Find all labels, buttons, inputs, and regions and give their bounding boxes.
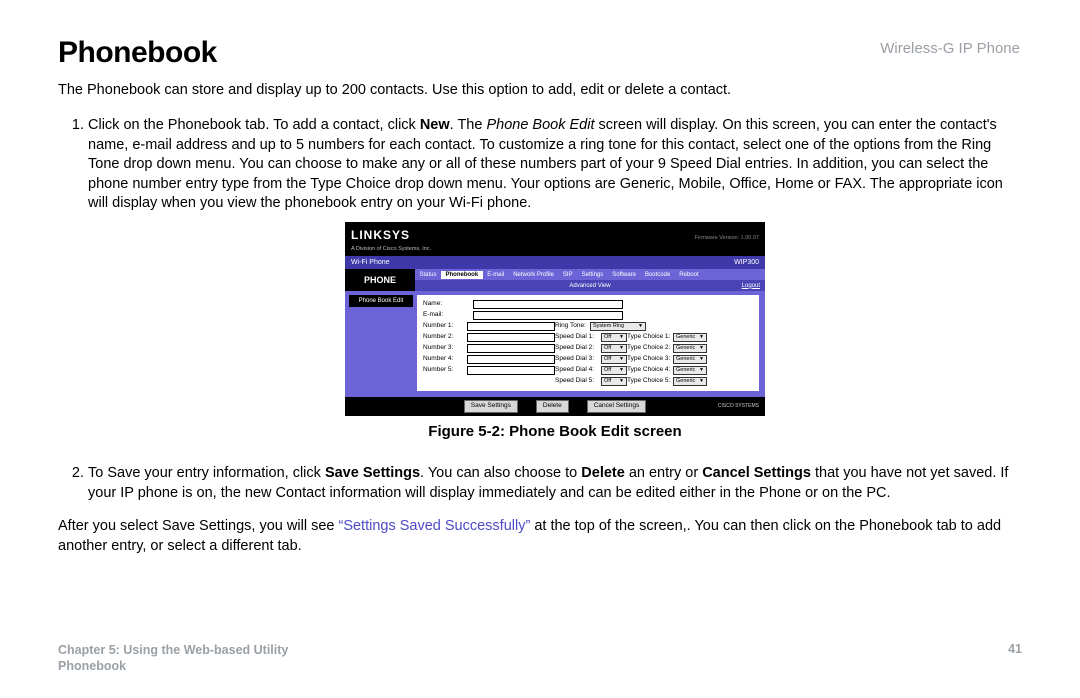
label-n1: Number 1: xyxy=(423,322,467,331)
footer-chapter: Chapter 5: Using the Web-based Utility xyxy=(58,642,288,658)
tab-phonebook[interactable]: Phonebook xyxy=(441,271,483,279)
bar-title: Wi-Fi Phone xyxy=(351,258,390,267)
footer-page-number: 41 xyxy=(1008,642,1022,675)
label-ring: Ring Tone: xyxy=(555,322,586,331)
tab-status[interactable]: Status xyxy=(415,271,441,279)
after-text: After you select Save Settings, you will… xyxy=(58,517,1022,556)
type-choice-3-select[interactable]: Generic▼ xyxy=(673,355,707,364)
tab-network[interactable]: Network Profile xyxy=(509,271,559,279)
step2-pre: To Save your entry information, click xyxy=(88,465,325,481)
tab-software[interactable]: Software xyxy=(608,271,641,279)
label-sd5: Speed Dial 5: xyxy=(555,377,601,386)
tab-settings[interactable]: Settings xyxy=(577,271,608,279)
step1-italic: Phone Book Edit xyxy=(486,117,594,133)
tab-sip[interactable]: SIP xyxy=(558,271,577,279)
label-sd3: Speed Dial 3: xyxy=(555,355,601,364)
steps-list: Click on the Phonebook tab. To add a con… xyxy=(58,116,1022,503)
label-n5: Number 5: xyxy=(423,366,467,375)
bar-model: WIP300 xyxy=(734,258,759,267)
number1-input[interactable] xyxy=(467,322,555,331)
name-input[interactable] xyxy=(473,300,623,309)
label-tc3: Type Choice 3: xyxy=(627,355,673,364)
label-n4: Number 4: xyxy=(423,355,467,364)
advanced-view[interactable]: Advanced View xyxy=(569,282,610,290)
label-sd4: Speed Dial 4: xyxy=(555,366,601,375)
step2-cancel: Cancel Settings xyxy=(702,465,811,481)
speed-dial-3-select[interactable]: Off▼ xyxy=(601,355,627,364)
ring-tone-select[interactable]: System Ring▼ xyxy=(590,322,646,331)
logout-link[interactable]: Logout xyxy=(742,282,760,290)
type-choice-4-select[interactable]: Generic▼ xyxy=(673,366,707,375)
step2-delete: Delete xyxy=(581,465,625,481)
firmware-version: Firmware Version: 1.00.07 xyxy=(695,235,759,242)
intro-text: The Phonebook can store and display up t… xyxy=(58,82,1022,98)
speed-dial-2-select[interactable]: Off▼ xyxy=(601,344,627,353)
number5-input[interactable] xyxy=(467,366,555,375)
step2-m1: . You can also choose to xyxy=(420,465,581,481)
step-2: To Save your entry information, click Sa… xyxy=(88,464,1022,503)
label-tc5: Type Choice 5: xyxy=(627,377,673,386)
after-blue: “Settings Saved Successfully” xyxy=(338,518,530,534)
tab-email[interactable]: E-mail xyxy=(483,271,509,279)
number4-input[interactable] xyxy=(467,355,555,364)
footer-section: Phonebook xyxy=(58,658,288,674)
linksys-division: A Division of Cisco Systems, Inc. xyxy=(351,246,431,253)
step2-save: Save Settings xyxy=(325,465,420,481)
step1-new: New xyxy=(420,117,450,133)
type-choice-1-select[interactable]: Generic▼ xyxy=(673,333,707,342)
number2-input[interactable] xyxy=(467,333,555,342)
speed-dial-1-select[interactable]: Off▼ xyxy=(601,333,627,342)
speed-dial-4-select[interactable]: Off▼ xyxy=(601,366,627,375)
figure-screenshot: LINKSYS A Division of Cisco Systems, Inc… xyxy=(345,222,765,416)
step-1: Click on the Phonebook tab. To add a con… xyxy=(88,116,1022,442)
label-name: Name: xyxy=(423,300,467,309)
number3-input[interactable] xyxy=(467,344,555,353)
label-tc1: Type Choice 1: xyxy=(627,333,673,342)
page-footer: Chapter 5: Using the Web-based Utility P… xyxy=(58,642,1022,675)
label-n3: Number 3: xyxy=(423,344,467,353)
phone-section: PHONE xyxy=(345,269,415,291)
step1-pre: Click on the Phonebook tab. To add a con… xyxy=(88,117,420,133)
step2-m2: an entry or xyxy=(625,465,702,481)
label-tc2: Type Choice 2: xyxy=(627,344,673,353)
phonebook-edit-form: Name: E-mail: Number 1: Ring Tone: Syste… xyxy=(417,295,759,391)
email-input[interactable] xyxy=(473,311,623,320)
linksys-logo: LINKSYS xyxy=(351,228,410,242)
label-sd1: Speed Dial 1: xyxy=(555,333,601,342)
after-pre: After you select Save Settings, you will… xyxy=(58,518,338,534)
delete-button[interactable]: Delete xyxy=(536,400,569,413)
label-tc4: Type Choice 4: xyxy=(627,366,673,375)
cisco-logo: CISCO SYSTEMS xyxy=(718,404,759,409)
figure-caption: Figure 5-2: Phone Book Edit screen xyxy=(88,422,1022,442)
speed-dial-5-select[interactable]: Off▼ xyxy=(601,377,627,386)
label-email: E-mail: xyxy=(423,311,467,320)
form-heading: Phone Book Edit xyxy=(349,295,413,307)
label-sd2: Speed Dial 2: xyxy=(555,344,601,353)
tab-bootcode[interactable]: Bootcode xyxy=(640,271,674,279)
type-choice-5-select[interactable]: Generic▼ xyxy=(673,377,707,386)
tab-reboot[interactable]: Reboot xyxy=(675,271,703,279)
header-product: Wireless-G IP Phone xyxy=(880,40,1020,57)
chevron-down-icon: ▼ xyxy=(638,323,643,330)
type-choice-2-select[interactable]: Generic▼ xyxy=(673,344,707,353)
label-n2: Number 2: xyxy=(423,333,467,342)
save-settings-button[interactable]: Save Settings xyxy=(464,400,518,413)
page-title: Phonebook xyxy=(58,36,1022,70)
cancel-settings-button[interactable]: Cancel Settings xyxy=(587,400,647,413)
step1-post1: . The xyxy=(450,117,487,133)
